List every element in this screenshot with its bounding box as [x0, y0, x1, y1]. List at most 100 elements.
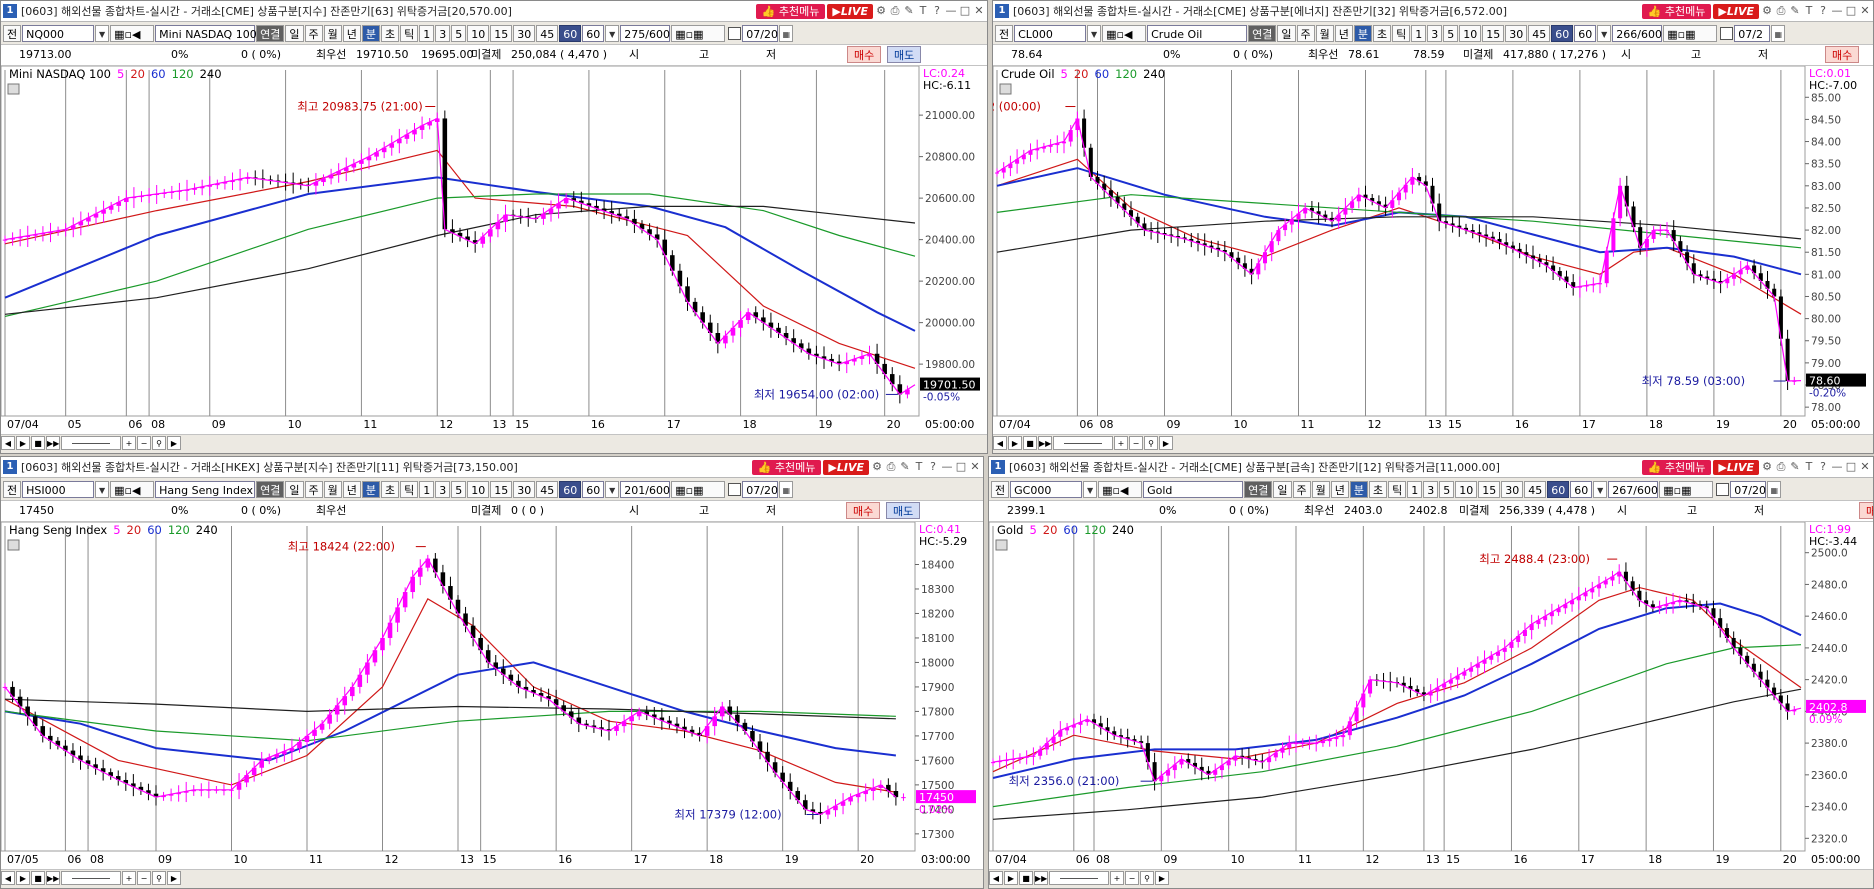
legend-toggle-icon[interactable]: [7, 539, 20, 551]
search-icon[interactable]: ⚲: [152, 871, 166, 885]
text-icon[interactable]: T: [1803, 4, 1815, 18]
help-icon[interactable]: ?: [1817, 460, 1829, 474]
interval-select[interactable]: 60: [582, 24, 605, 42]
chart-tools-button[interactable]: ▦▫◀: [110, 480, 155, 498]
link-button[interactable]: 연결: [1248, 24, 1277, 42]
interval-button-60[interactable]: 60: [1551, 24, 1574, 42]
interval-button-1[interactable]: 1: [419, 24, 435, 42]
scroll-right-icon[interactable]: ▶: [16, 436, 30, 450]
interval-button-3[interactable]: 3: [435, 24, 451, 42]
interval-button-45[interactable]: 45: [1524, 480, 1547, 498]
zoom-in-icon[interactable]: +: [1110, 871, 1124, 885]
scroll-end-icon[interactable]: ▶: [167, 436, 181, 450]
date-field[interactable]: 07/2: [1734, 24, 1771, 42]
calendar-icon[interactable]: ▦: [779, 24, 794, 42]
symbol-code-input[interactable]: HSI000: [22, 480, 95, 498]
recommend-menu-button[interactable]: 👍 추천메뉴: [751, 459, 822, 475]
date-checkbox[interactable]: [728, 26, 742, 40]
interval-button-10[interactable]: 10: [467, 480, 490, 498]
zoom-out-icon[interactable]: −: [1125, 871, 1139, 885]
scroll-left-icon[interactable]: ◀: [1, 871, 15, 885]
recommend-menu-button[interactable]: 👍 추천메뉴: [755, 3, 826, 19]
legend-toggle-icon[interactable]: [999, 83, 1012, 95]
close-icon[interactable]: ✕: [1859, 460, 1871, 474]
minimize-icon[interactable]: —: [1831, 4, 1843, 18]
print-icon[interactable]: ⎙: [889, 4, 901, 18]
period-tab-2[interactable]: 월: [1315, 24, 1334, 42]
interval-button-10[interactable]: 10: [467, 24, 490, 42]
zoom-out-icon[interactable]: −: [137, 871, 151, 885]
interval-select[interactable]: 60: [1570, 480, 1593, 498]
text-icon[interactable]: T: [913, 460, 925, 474]
interval-button-30[interactable]: 30: [513, 480, 536, 498]
fast-forward-icon[interactable]: ▶▶: [46, 436, 60, 450]
interval-button-5[interactable]: 5: [1443, 24, 1459, 42]
date-checkbox[interactable]: [1720, 26, 1734, 40]
zoom-slider[interactable]: [1053, 436, 1113, 450]
minimize-icon[interactable]: —: [941, 460, 953, 474]
scroll-end-icon[interactable]: ▶: [1159, 436, 1173, 450]
interval-button-30[interactable]: 30: [1501, 480, 1524, 498]
drawing-tools-button[interactable]: ▦▫▦: [671, 480, 726, 498]
chevron-down-icon[interactable]: ▼: [95, 24, 110, 42]
fast-forward-icon[interactable]: ▶▶: [1034, 871, 1048, 885]
zoom-out-icon[interactable]: −: [137, 436, 151, 450]
buy-button[interactable]: 매수: [847, 46, 882, 63]
close-icon[interactable]: ✕: [969, 460, 981, 474]
scroll-right-icon[interactable]: ▶: [1004, 871, 1018, 885]
stop-icon[interactable]: ■: [1023, 436, 1037, 450]
stop-icon[interactable]: ■: [31, 871, 45, 885]
date-field[interactable]: 07/20: [1730, 480, 1767, 498]
period-tab-1[interactable]: 주: [1292, 480, 1311, 498]
tick-button[interactable]: 틱: [1392, 24, 1411, 42]
live-button[interactable]: ▶LIVE: [827, 3, 873, 19]
link-button[interactable]: 연결: [256, 24, 285, 42]
period-tab-2[interactable]: 월: [323, 24, 342, 42]
period-tab-3[interactable]: 년: [342, 480, 361, 498]
help-icon[interactable]: ?: [927, 460, 939, 474]
zoom-in-icon[interactable]: +: [122, 871, 136, 885]
minute-button[interactable]: 분: [361, 24, 380, 42]
interval-select[interactable]: 60: [1574, 24, 1597, 42]
window-titlebar[interactable]: 1 [0603] 해외선물 종합차트-실시간 - 거래소[CME] 상품구분[에…: [993, 1, 1873, 22]
link-button[interactable]: 연결: [256, 480, 285, 498]
calendar-icon[interactable]: ▦: [779, 480, 794, 498]
legend-toggle-icon[interactable]: [995, 539, 1008, 551]
second-button[interactable]: 초: [381, 24, 400, 42]
symbol-code-input[interactable]: NQ000: [22, 24, 95, 42]
interval-button-15[interactable]: 15: [490, 24, 513, 42]
minute-button[interactable]: 분: [1353, 24, 1372, 42]
zoom-in-icon[interactable]: +: [122, 436, 136, 450]
scroll-left-icon[interactable]: ◀: [993, 436, 1007, 450]
interval-button-60[interactable]: 60: [559, 480, 582, 498]
interval-button-1[interactable]: 1: [1407, 480, 1423, 498]
price-chart[interactable]: 07/040608091011121315161718192078.0078.5…: [993, 66, 1873, 434]
link-icon[interactable]: ⚙: [875, 4, 887, 18]
minimize-icon[interactable]: —: [945, 4, 957, 18]
text-icon[interactable]: T: [917, 4, 929, 18]
period-tab-3[interactable]: 년: [342, 24, 361, 42]
second-button[interactable]: 초: [381, 480, 400, 498]
close-icon[interactable]: ✕: [1859, 4, 1871, 18]
interval-button-5[interactable]: 5: [1439, 480, 1455, 498]
minimize-icon[interactable]: —: [1831, 460, 1843, 474]
scroll-end-icon[interactable]: ▶: [1155, 871, 1169, 885]
chevron-down-icon[interactable]: ▼: [95, 480, 110, 498]
search-icon[interactable]: ⚲: [1144, 436, 1158, 450]
symbol-code-input[interactable]: CL000: [1014, 24, 1087, 42]
link-icon[interactable]: ⚙: [1761, 460, 1773, 474]
bar-count-field[interactable]: 275/600: [620, 24, 671, 42]
print-icon[interactable]: ⎙: [1775, 4, 1787, 18]
search-icon[interactable]: ⚲: [1140, 871, 1154, 885]
scroll-end-icon[interactable]: ▶: [167, 871, 181, 885]
live-button[interactable]: ▶LIVE: [1713, 459, 1759, 475]
bar-count-field[interactable]: 201/600: [620, 480, 671, 498]
interval-button-3[interactable]: 3: [435, 480, 451, 498]
sell-button[interactable]: 매도: [886, 502, 921, 519]
scroll-left-icon[interactable]: ◀: [989, 871, 1003, 885]
recommend-menu-button[interactable]: 👍 추천메뉴: [1641, 3, 1712, 19]
buy-button[interactable]: 매수: [1825, 46, 1860, 63]
zoom-out-icon[interactable]: −: [1129, 436, 1143, 450]
link-icon[interactable]: ⚙: [871, 460, 883, 474]
minute-button[interactable]: 분: [361, 480, 380, 498]
